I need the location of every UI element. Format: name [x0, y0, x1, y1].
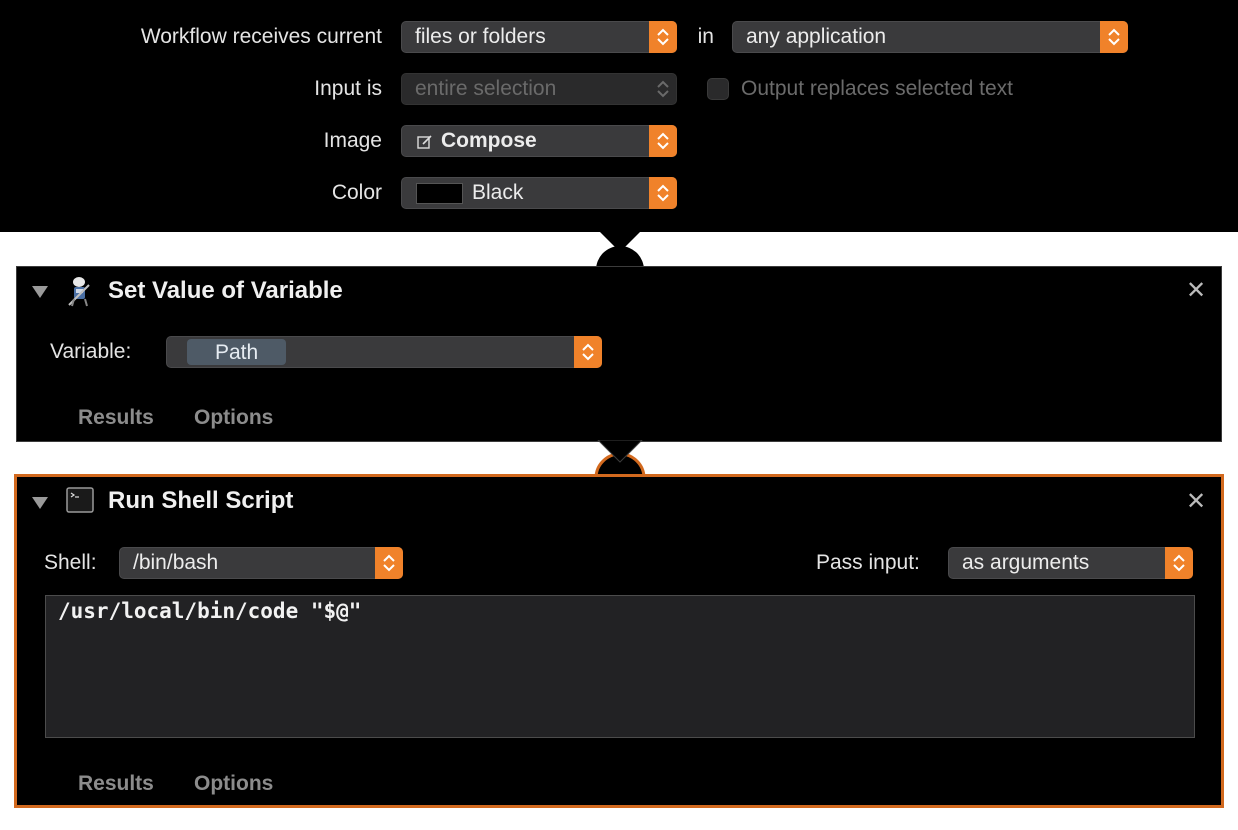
- shell-popup[interactable]: /bin/bash: [119, 547, 403, 579]
- image-label: Image: [323, 129, 382, 152]
- application-value: any application: [746, 25, 887, 48]
- output-replaces-checkbox[interactable]: [707, 78, 729, 100]
- disclosure-triangle-icon[interactable]: [32, 286, 48, 298]
- variable-label: Variable:: [50, 340, 132, 363]
- chevron-updown-icon: [649, 177, 677, 209]
- chevron-updown-icon: [649, 73, 677, 105]
- chevron-updown-icon: [1100, 21, 1128, 53]
- run-shell-script-action[interactable]: Run Shell Script ✕ Shell: /bin/bash Pass…: [14, 474, 1224, 808]
- workflow-receives-label: Workflow receives current: [140, 25, 382, 48]
- input-is-label: Input is: [314, 77, 382, 100]
- options-tab[interactable]: Options: [194, 403, 273, 433]
- output-replaces-label: Output replaces selected text: [741, 77, 1013, 100]
- image-value: Compose: [441, 129, 537, 152]
- pass-input-label: Pass input:: [816, 551, 920, 574]
- shell-value: /bin/bash: [133, 551, 219, 574]
- action-title: Run Shell Script: [108, 487, 294, 514]
- variable-popup[interactable]: Path: [166, 336, 602, 368]
- application-popup[interactable]: any application: [732, 21, 1128, 53]
- workflow-header: Workflow receives current files or folde…: [0, 0, 1238, 232]
- input-is-popup[interactable]: entire selection: [401, 73, 677, 105]
- image-popup[interactable]: Compose: [401, 125, 677, 157]
- connector-arrow: [596, 230, 644, 270]
- pencil-square-icon: [417, 134, 433, 155]
- close-icon[interactable]: ✕: [1186, 279, 1206, 303]
- in-label: in: [697, 25, 714, 48]
- color-popup[interactable]: Black: [401, 177, 677, 209]
- script-editor[interactable]: /usr/local/bin/code "$@": [45, 595, 1195, 738]
- set-value-of-variable-action[interactable]: Set Value of Variable ✕ Variable: Path R…: [16, 266, 1222, 442]
- chevron-updown-icon: [1165, 547, 1193, 579]
- chevron-updown-icon: [574, 336, 602, 368]
- chevron-updown-icon: [375, 547, 403, 579]
- color-value: Black: [472, 181, 524, 204]
- results-tab[interactable]: Results: [78, 769, 154, 799]
- color-label: Color: [331, 181, 382, 204]
- disclosure-triangle-icon[interactable]: [32, 497, 48, 509]
- action-title: Set Value of Variable: [108, 277, 343, 304]
- pass-input-popup[interactable]: as arguments: [948, 547, 1193, 579]
- input-is-value: entire selection: [415, 77, 557, 100]
- automator-robot-icon: [65, 275, 95, 312]
- options-tab[interactable]: Options: [194, 769, 273, 799]
- terminal-icon: [66, 487, 94, 518]
- results-tab[interactable]: Results: [78, 403, 154, 433]
- color-swatch: [416, 183, 463, 204]
- shell-label: Shell:: [44, 551, 97, 574]
- variable-token: Path: [187, 339, 287, 365]
- close-icon[interactable]: ✕: [1186, 490, 1206, 514]
- chevron-updown-icon: [649, 125, 677, 157]
- pass-input-value: as arguments: [962, 551, 1090, 574]
